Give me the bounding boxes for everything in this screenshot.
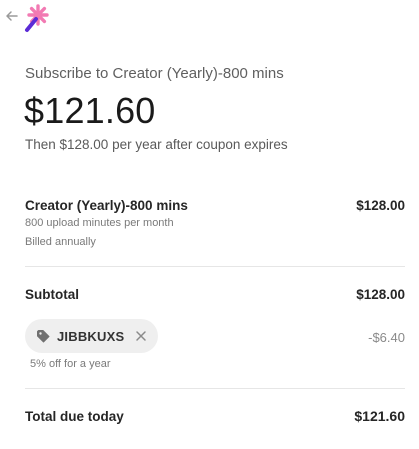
sparkle-wand-logo xyxy=(23,3,53,33)
line-item-name: Creator (Yearly)-800 mins xyxy=(25,198,188,213)
subtotal-label: Subtotal xyxy=(25,287,79,302)
coupon-code: JIBBKUXS xyxy=(57,329,125,344)
line-item-description: 800 upload minutes per month xyxy=(25,217,174,229)
tag-icon xyxy=(36,329,50,343)
total-label: Total due today xyxy=(25,409,124,424)
price-amount: $121.60 xyxy=(24,90,156,131)
line-item-billing: Billed annually xyxy=(25,236,96,248)
total-value: $121.60 xyxy=(354,408,405,424)
subtotal-value: $128.00 xyxy=(356,287,405,302)
divider xyxy=(25,388,405,389)
arrow-left-icon[interactable] xyxy=(4,8,20,24)
discount-amount: -$6.40 xyxy=(368,330,405,345)
close-icon[interactable] xyxy=(134,329,148,343)
coupon-note: 5% off for a year xyxy=(30,358,111,370)
coupon-chip[interactable]: JIBBKUXS xyxy=(25,319,158,353)
product-title: Subscribe to Creator (Yearly)-800 mins xyxy=(25,65,284,82)
renewal-text: Then $128.00 per year after coupon expir… xyxy=(25,137,288,152)
line-item-price: $128.00 xyxy=(356,198,405,213)
divider xyxy=(25,266,405,267)
